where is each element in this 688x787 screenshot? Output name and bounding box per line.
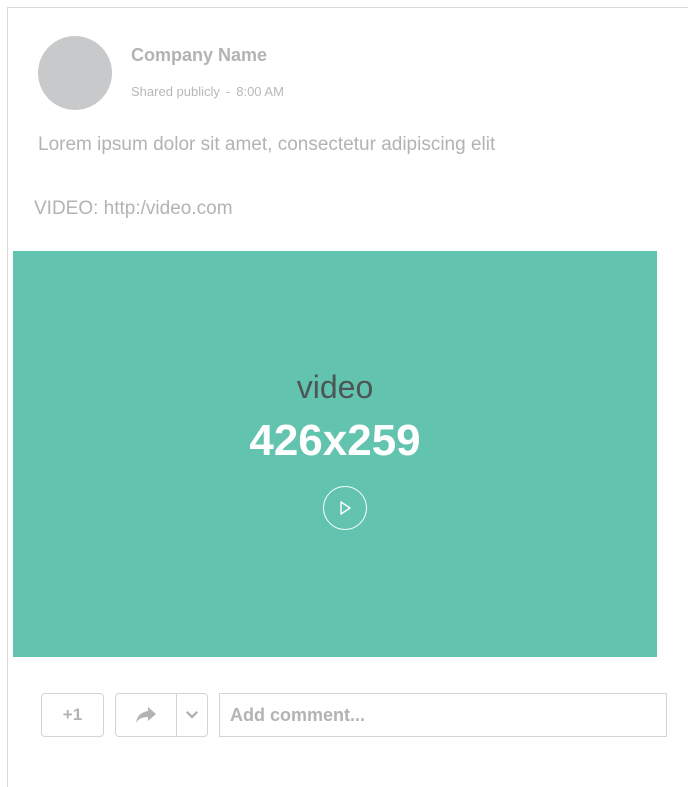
share-button-group xyxy=(115,693,208,737)
chevron-down-icon xyxy=(186,711,198,719)
post-card: Company Name Shared publicly -8:00 AM Lor… xyxy=(7,7,688,787)
video-label: video xyxy=(296,369,374,405)
visibility-label: Shared publicly xyxy=(131,84,220,99)
post-text: Lorem ipsum dolor sit amet, consectetur … xyxy=(38,134,496,155)
avatar[interactable] xyxy=(38,36,112,110)
play-icon xyxy=(340,501,351,515)
share-dropdown-button[interactable] xyxy=(177,694,207,736)
video-link[interactable]: VIDEO: http:/video.com xyxy=(34,198,233,220)
video-size: 426x259 xyxy=(249,416,421,465)
post-time[interactable]: 8:00 AM xyxy=(236,84,284,99)
video-player[interactable]: video 426x259 xyxy=(13,251,657,657)
plus-one-button[interactable]: +1 xyxy=(41,693,104,737)
comment-input[interactable] xyxy=(219,693,667,737)
play-button[interactable] xyxy=(323,486,367,530)
meta-separator: - xyxy=(225,84,231,99)
share-button[interactable] xyxy=(116,694,177,736)
share-arrow-icon xyxy=(136,707,156,723)
company-name[interactable]: Company Name xyxy=(131,45,267,66)
post-meta: Shared publicly -8:00 AM xyxy=(131,84,284,99)
